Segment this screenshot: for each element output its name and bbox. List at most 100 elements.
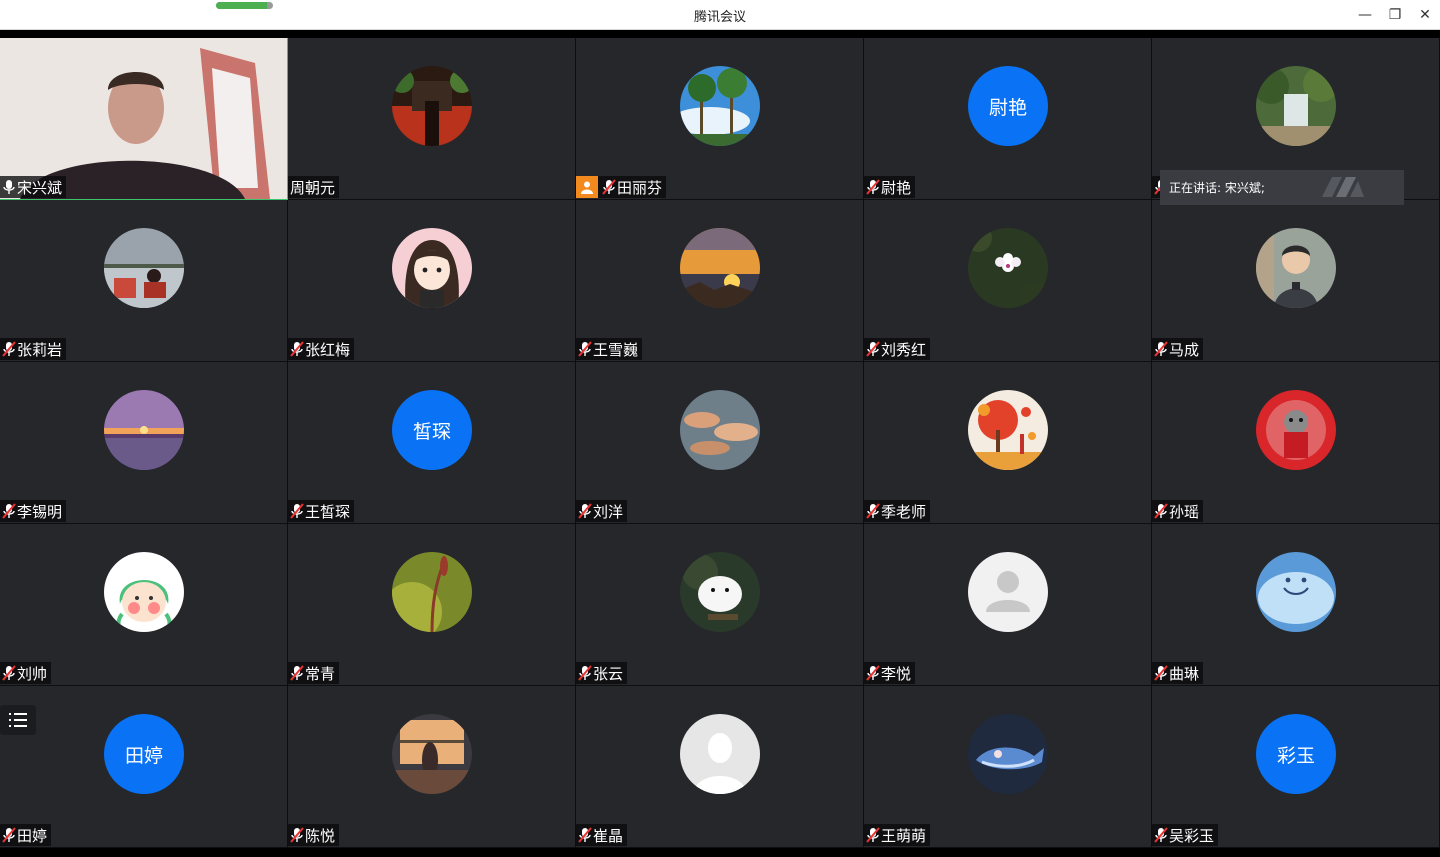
avatar-image [1256, 390, 1336, 470]
avatar-image [1256, 552, 1336, 632]
participant-name: 田丽芬 [617, 178, 663, 197]
mic-muted-icon [1154, 827, 1168, 843]
participant-name: 王雪巍 [593, 340, 639, 359]
avatar [968, 390, 1048, 470]
host-icon [581, 181, 593, 194]
avatar [104, 228, 184, 308]
participant-name: 刘帅 [17, 664, 48, 683]
participant-tile[interactable]: 田丽芬 [576, 38, 864, 200]
participant-tile[interactable]: 崔晶 [576, 686, 864, 848]
participant-tile[interactable]: 李悦 [864, 524, 1152, 686]
avatar-initials: 皙琛 [392, 390, 472, 470]
restore-button[interactable]: ❐ [1384, 4, 1406, 26]
mic-muted-icon [290, 665, 304, 681]
participant-name-label: 李锡明 [0, 500, 67, 522]
participant-tile[interactable]: 刘秀红 [864, 200, 1152, 362]
participant-name: 刘秀红 [881, 340, 927, 359]
participant-tile[interactable]: 周朝元 [288, 38, 576, 200]
avatar-image [1256, 66, 1336, 146]
mic-muted-icon [602, 179, 616, 195]
participant-tile[interactable]: 刘洋 [576, 362, 864, 524]
window-title: 腾讯会议 [693, 10, 746, 25]
participant-name: 孙瑶 [1169, 502, 1200, 521]
participant-name-label: 田丽芬 [576, 176, 667, 198]
participant-tile[interactable]: 王雪巍 [576, 200, 864, 362]
participant-name-label: 张云 [576, 662, 628, 684]
participant-tile[interactable]: 张红梅 [288, 200, 576, 362]
participant-tile[interactable]: 曲琳 [1152, 524, 1440, 686]
mic-muted-icon [578, 503, 592, 519]
avatar [392, 228, 472, 308]
title-bar: 腾讯会议 — ❐ ✕ [0, 0, 1440, 30]
participant-tile[interactable]: 尉艳 尉艳 [864, 38, 1152, 200]
participant-tile[interactable]: 李锡明 [0, 362, 288, 524]
avatar-image [680, 390, 760, 470]
mic-muted-icon [2, 503, 16, 519]
avatar-image [680, 66, 760, 146]
participant-tile[interactable]: 田婷 田婷 [0, 686, 288, 848]
participant-tile[interactable]: 张莉岩 [0, 200, 288, 362]
participant-name-label: 王雪巍 [576, 338, 643, 360]
avatar-image [392, 66, 472, 146]
participant-name: 张莉岩 [17, 340, 63, 359]
participant-name: 王萌萌 [881, 826, 927, 845]
mic-muted-icon [578, 827, 592, 843]
avatar-image [104, 552, 184, 632]
avatar-image [680, 714, 760, 794]
participant-tile[interactable]: 张云 [576, 524, 864, 686]
participant-name: 张红梅 [305, 340, 351, 359]
avatar-image [1256, 228, 1336, 308]
participant-tile[interactable]: 刘帅 [0, 524, 288, 686]
mic-muted-icon [290, 827, 304, 843]
participant-name-label: 宋兴斌 [0, 176, 67, 198]
participant-tile[interactable]: 彩玉 吴彩玉 [1152, 686, 1440, 848]
avatar-image [680, 228, 760, 308]
speaking-banner: 正在讲话: 宋兴斌; [1160, 170, 1404, 205]
participant-name-label: 孙瑶 [1152, 500, 1204, 522]
avatar-image [104, 390, 184, 470]
mic-muted-icon [866, 341, 880, 357]
participant-grid: 宋兴斌 周朝元 田丽芬 尉艳 尉艳 张莉岩 张红梅 王雪巍 刘秀红 马成 李锡明 皙琛 王皙琛 刘洋 季老师… [0, 38, 1440, 848]
participant-name-label: 马成 [1152, 338, 1204, 360]
avatar [104, 552, 184, 632]
mic-muted-icon [578, 665, 592, 681]
participant-name-label: 张莉岩 [0, 338, 67, 360]
participant-tile[interactable]: 常青 [288, 524, 576, 686]
minimize-button[interactable]: — [1354, 4, 1376, 26]
participant-tile[interactable]: 宋兴斌 [0, 38, 288, 200]
avatar-image [392, 228, 472, 308]
mic-muted-icon [866, 665, 880, 681]
participant-name-label: 张红梅 [288, 338, 355, 360]
speaker-wave-icon [1322, 177, 1364, 197]
avatar [392, 714, 472, 794]
mic-muted-icon [866, 179, 880, 195]
close-button[interactable]: ✕ [1414, 4, 1436, 26]
mic-on-icon [3, 180, 15, 194]
participant-name-label: 刘洋 [576, 500, 628, 522]
avatar [1256, 228, 1336, 308]
participant-name-label: 刘帅 [0, 662, 52, 684]
participant-tile[interactable]: 季老师 [864, 362, 1152, 524]
avatar-image [392, 714, 472, 794]
top-divider [0, 30, 1440, 38]
mic-muted-icon [578, 341, 592, 357]
participant-name-label: 吴彩玉 [1152, 824, 1219, 846]
participant-name-label: 李悦 [864, 662, 916, 684]
participant-tile[interactable]: 王萌萌 [864, 686, 1152, 848]
participant-tile[interactable]: 皙琛王皙琛 [288, 362, 576, 524]
participant-name: 李锡明 [17, 502, 63, 521]
participant-tile[interactable]: 陈悦 [288, 686, 576, 848]
participant-tile[interactable]: 孙瑶 [1152, 362, 1440, 524]
participant-name-label: 季老师 [864, 500, 931, 522]
participant-name: 曲琳 [1169, 664, 1200, 683]
mic-muted-icon [290, 341, 304, 357]
avatar [392, 552, 472, 632]
participant-list-toggle[interactable] [0, 705, 36, 735]
participant-name: 李悦 [881, 664, 912, 683]
avatar-initials: 尉艳 [968, 66, 1048, 146]
participant-name-label: 王萌萌 [864, 824, 931, 846]
participant-name: 王皙琛 [305, 502, 351, 521]
participant-name-label: 尉艳 [864, 176, 916, 198]
participant-tile[interactable]: 马成 [1152, 200, 1440, 362]
participant-name-label: 刘秀红 [864, 338, 931, 360]
